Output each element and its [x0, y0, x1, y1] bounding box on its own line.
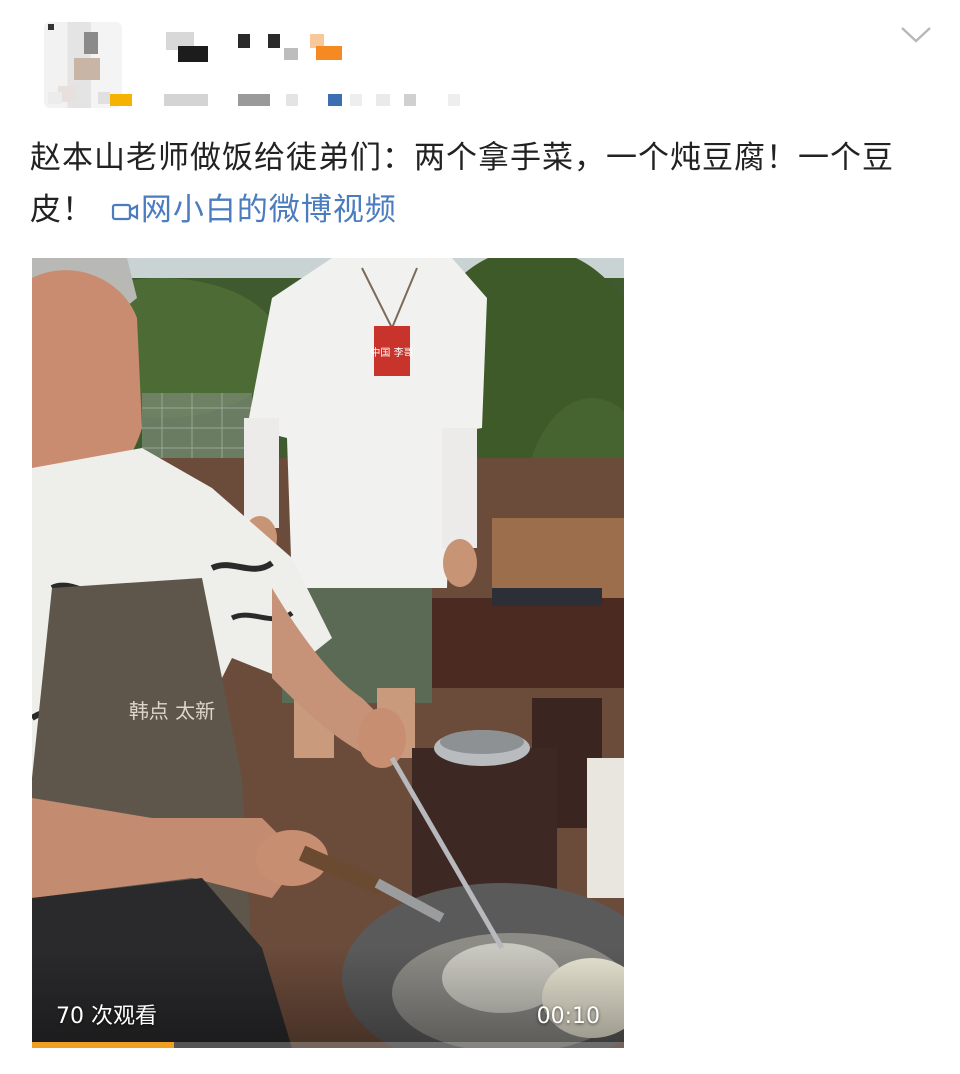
- video-duration: 00:10: [536, 1004, 600, 1029]
- apron-text: 韩点 太新: [129, 699, 215, 723]
- view-count: 70 次观看: [56, 1004, 157, 1029]
- badge-text: 中国 李哥: [370, 346, 413, 359]
- video-link-label[interactable]: 网小白的微博视频: [141, 192, 397, 228]
- video-thumbnail[interactable]: 中国 李哥 韩点 太新: [32, 258, 624, 1048]
- post-text-block: 赵本山老师做饭给徒弟们：两个拿手菜，一个炖豆腐！一个豆皮！ 网小白的微博视频: [30, 132, 930, 236]
- video-link[interactable]: 网小白的微博视频: [105, 192, 397, 228]
- video-progress-fill: [32, 1042, 175, 1048]
- video-progress-bar[interactable]: [32, 1042, 624, 1048]
- video-player[interactable]: 中国 李哥 韩点 太新 70 次观看 00:10: [32, 258, 624, 1048]
- video-camera-icon: [111, 203, 138, 221]
- chevron-down-icon[interactable]: [898, 22, 934, 46]
- post-header: [0, 0, 960, 120]
